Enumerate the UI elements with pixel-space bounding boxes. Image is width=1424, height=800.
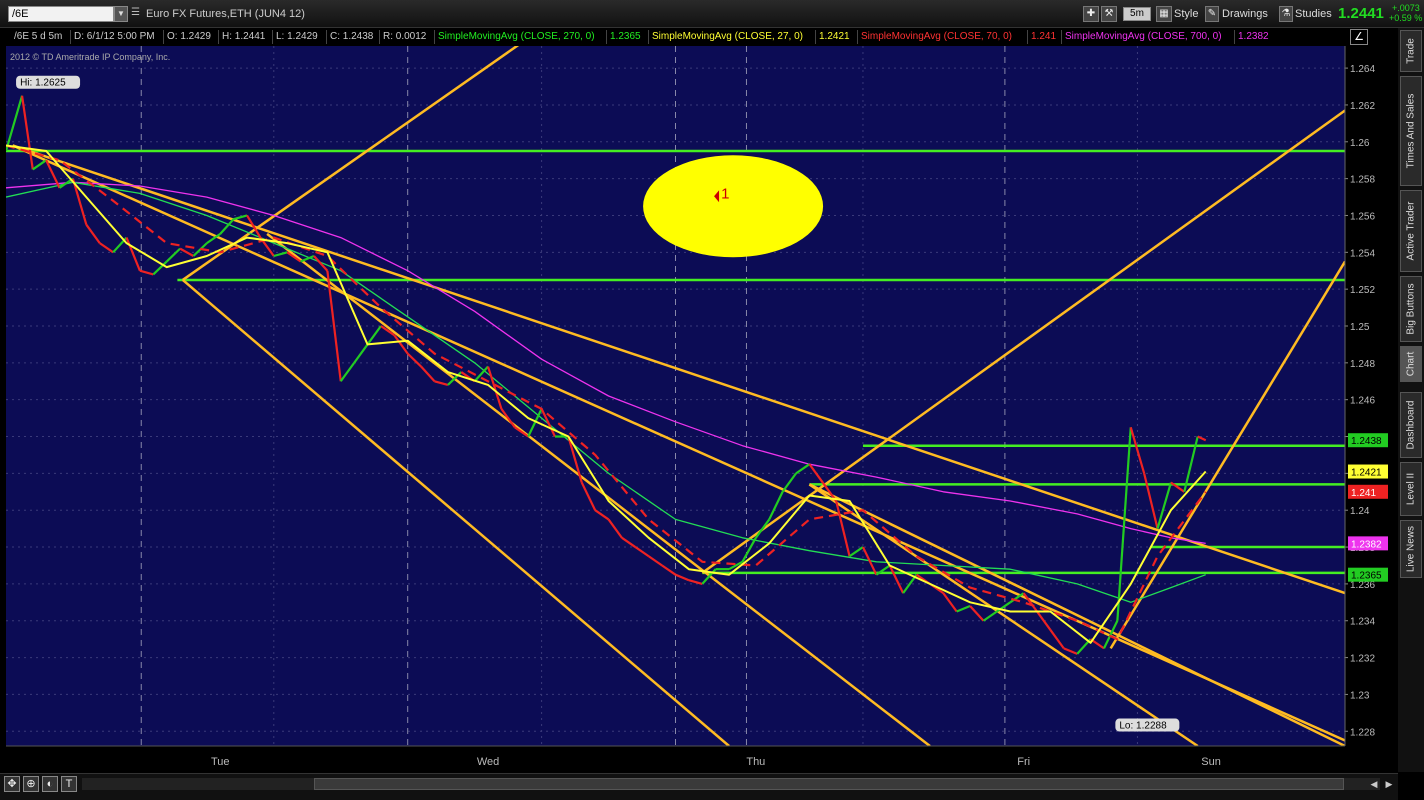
- divider: [218, 30, 219, 44]
- y-tick-label: 1.234: [1350, 617, 1375, 628]
- timeframe-button[interactable]: 5m: [1123, 7, 1151, 21]
- chart-canvas[interactable]: 2012 © TD Ameritrade IP Company, Inc. 1 Hi…: [0, 46, 1394, 773]
- tab-trade[interactable]: Trade: [1400, 30, 1422, 72]
- tab-dashboard[interactable]: Dashboard: [1400, 392, 1422, 458]
- sma270-label[interactable]: SimpleMovingAvg (CLOSE, 270, 0): [438, 31, 595, 42]
- pan-icon[interactable]: ✥: [4, 776, 20, 792]
- divider: [379, 30, 380, 44]
- divider: [1027, 30, 1028, 44]
- tab-active-trader[interactable]: Active Trader: [1400, 190, 1422, 272]
- link-tool-icon[interactable]: ⚒: [1101, 6, 1117, 22]
- y-tick-label: 1.232: [1350, 654, 1375, 665]
- x-tick-label: Wed: [477, 756, 499, 768]
- y-tick-label: 1.24: [1350, 506, 1370, 517]
- y-tick-label: 1.248: [1350, 359, 1375, 370]
- sma27-value: 1.2421: [819, 31, 850, 42]
- time-scrollbar-thumb[interactable]: [314, 778, 1344, 790]
- studies-button[interactable]: Studies: [1295, 6, 1332, 22]
- pencil-icon[interactable]: ✎: [1205, 6, 1219, 22]
- y-tick-label: 1.254: [1350, 248, 1375, 259]
- sma700-value: 1.2382: [1238, 31, 1269, 42]
- tab-level-ii[interactable]: Level II: [1400, 462, 1422, 516]
- symbol-input[interactable]: /6E: [8, 6, 114, 22]
- y-tick-label: 1.256: [1350, 211, 1375, 222]
- y-tick-label: 1.264: [1350, 64, 1375, 75]
- y-tick-label: 1.228: [1350, 727, 1375, 738]
- scroll-left-icon[interactable]: ◀: [1368, 778, 1380, 790]
- drawing-tool-icon[interactable]: ∠: [1350, 29, 1368, 45]
- sma700-label[interactable]: SimpleMovingAvg (CLOSE, 700, 0): [1065, 31, 1222, 42]
- low-label: Lo: 1.2288: [1119, 721, 1167, 732]
- copyright-text: 2012 © TD Ameritrade IP Company, Inc.: [10, 52, 170, 62]
- divider: [434, 30, 435, 44]
- price-badge: 1.2382: [1351, 539, 1382, 550]
- y-tick-label: 1.262: [1350, 101, 1375, 112]
- sma70-value: 1.241: [1031, 31, 1057, 42]
- x-tick-label: Thu: [746, 756, 765, 768]
- bar-open: O: 1.2429: [167, 31, 211, 42]
- crosshair-tool-icon[interactable]: ✚: [1083, 6, 1099, 22]
- grid-icon[interactable]: ▦: [1156, 6, 1172, 22]
- bar-low: L: 1.2429: [276, 31, 318, 42]
- high-label: Hi: 1.2625: [20, 78, 66, 89]
- flask-icon[interactable]: ⚗: [1279, 6, 1293, 22]
- y-tick-label: 1.23: [1350, 690, 1370, 701]
- tab-live-news[interactable]: Live News: [1400, 520, 1422, 578]
- style-button[interactable]: Style: [1174, 6, 1198, 22]
- annotation-ellipse: [643, 155, 824, 258]
- divider: [1061, 30, 1062, 44]
- percent-change: +0.59 %: [1389, 13, 1423, 23]
- symbol-dropdown-icon[interactable]: ▼: [114, 6, 128, 22]
- bar-range: R: 0.0012: [383, 31, 427, 42]
- divider: [606, 30, 607, 44]
- divider: [326, 30, 327, 44]
- divider: [272, 30, 273, 44]
- net-change: +.0073: [1392, 3, 1420, 13]
- zoom-icon[interactable]: ⊕: [23, 776, 39, 792]
- sma70-label[interactable]: SimpleMovingAvg (CLOSE, 70, 0): [861, 31, 1012, 42]
- y-tick-label: 1.246: [1350, 396, 1375, 407]
- price-badge: 1.2365: [1351, 571, 1382, 582]
- y-tick-label: 1.252: [1350, 285, 1375, 296]
- last-price: 1.2441: [1338, 5, 1384, 22]
- drawings-button[interactable]: Drawings: [1222, 6, 1268, 22]
- tab-times-and-sales[interactable]: Times And Sales: [1400, 76, 1422, 186]
- side-tab-strip: Trade Times And Sales Active Trader Big …: [1398, 28, 1424, 772]
- tab-chart[interactable]: Chart: [1400, 346, 1422, 382]
- price-badge: 1.2438: [1351, 436, 1382, 447]
- x-tick-label: Fri: [1017, 756, 1030, 768]
- scroll-right-icon[interactable]: ▶: [1383, 778, 1395, 790]
- y-tick-label: 1.25: [1350, 322, 1370, 333]
- bar-close: C: 1.2438: [330, 31, 374, 42]
- thinkorswim-chart-window: /6E ▼ ☰ Euro FX Futures,ETH (JUN4 12) ✚ …: [0, 0, 1424, 800]
- divider: [648, 30, 649, 44]
- y-tick-label: 1.26: [1350, 138, 1370, 149]
- instrument-title: Euro FX Futures,ETH (JUN4 12): [146, 8, 305, 20]
- status-line: /6E 5 d 5m D: 6/1/12 5:00 PM O: 1.2429 H…: [0, 28, 1394, 46]
- menu-icon[interactable]: ☰: [131, 7, 141, 21]
- price-chart[interactable]: 2012 © TD Ameritrade IP Company, Inc. 1 Hi…: [0, 46, 1394, 773]
- divider: [163, 30, 164, 44]
- x-tick-label: Sun: [1201, 756, 1221, 768]
- bar-date: D: 6/1/12 5:00 PM: [74, 31, 155, 42]
- chart-settings-label[interactable]: /6E 5 d 5m: [14, 31, 62, 42]
- price-badge: 1.2421: [1351, 468, 1382, 479]
- sma27-label[interactable]: SimpleMovingAvg (CLOSE, 27, 0): [652, 31, 803, 42]
- annotation-label: 1: [721, 185, 729, 202]
- divider: [1234, 30, 1235, 44]
- bar-high: H: 1.2441: [222, 31, 266, 42]
- divider: [70, 30, 71, 44]
- price-badge: 1.241: [1351, 488, 1376, 499]
- divider: [815, 30, 816, 44]
- cursor-icon[interactable]: ◐: [42, 776, 58, 792]
- chart-bottom-bar: ✥ ⊕ ◐ T ◀ ▶: [0, 773, 1398, 800]
- sma270-value: 1.2365: [610, 31, 641, 42]
- divider: [857, 30, 858, 44]
- x-tick-label: Tue: [211, 756, 230, 768]
- tab-big-buttons[interactable]: Big Buttons: [1400, 276, 1422, 342]
- y-tick-label: 1.258: [1350, 175, 1375, 186]
- chart-header: /6E ▼ ☰ Euro FX Futures,ETH (JUN4 12) ✚ …: [0, 0, 1424, 28]
- text-tool-icon[interactable]: T: [61, 776, 77, 792]
